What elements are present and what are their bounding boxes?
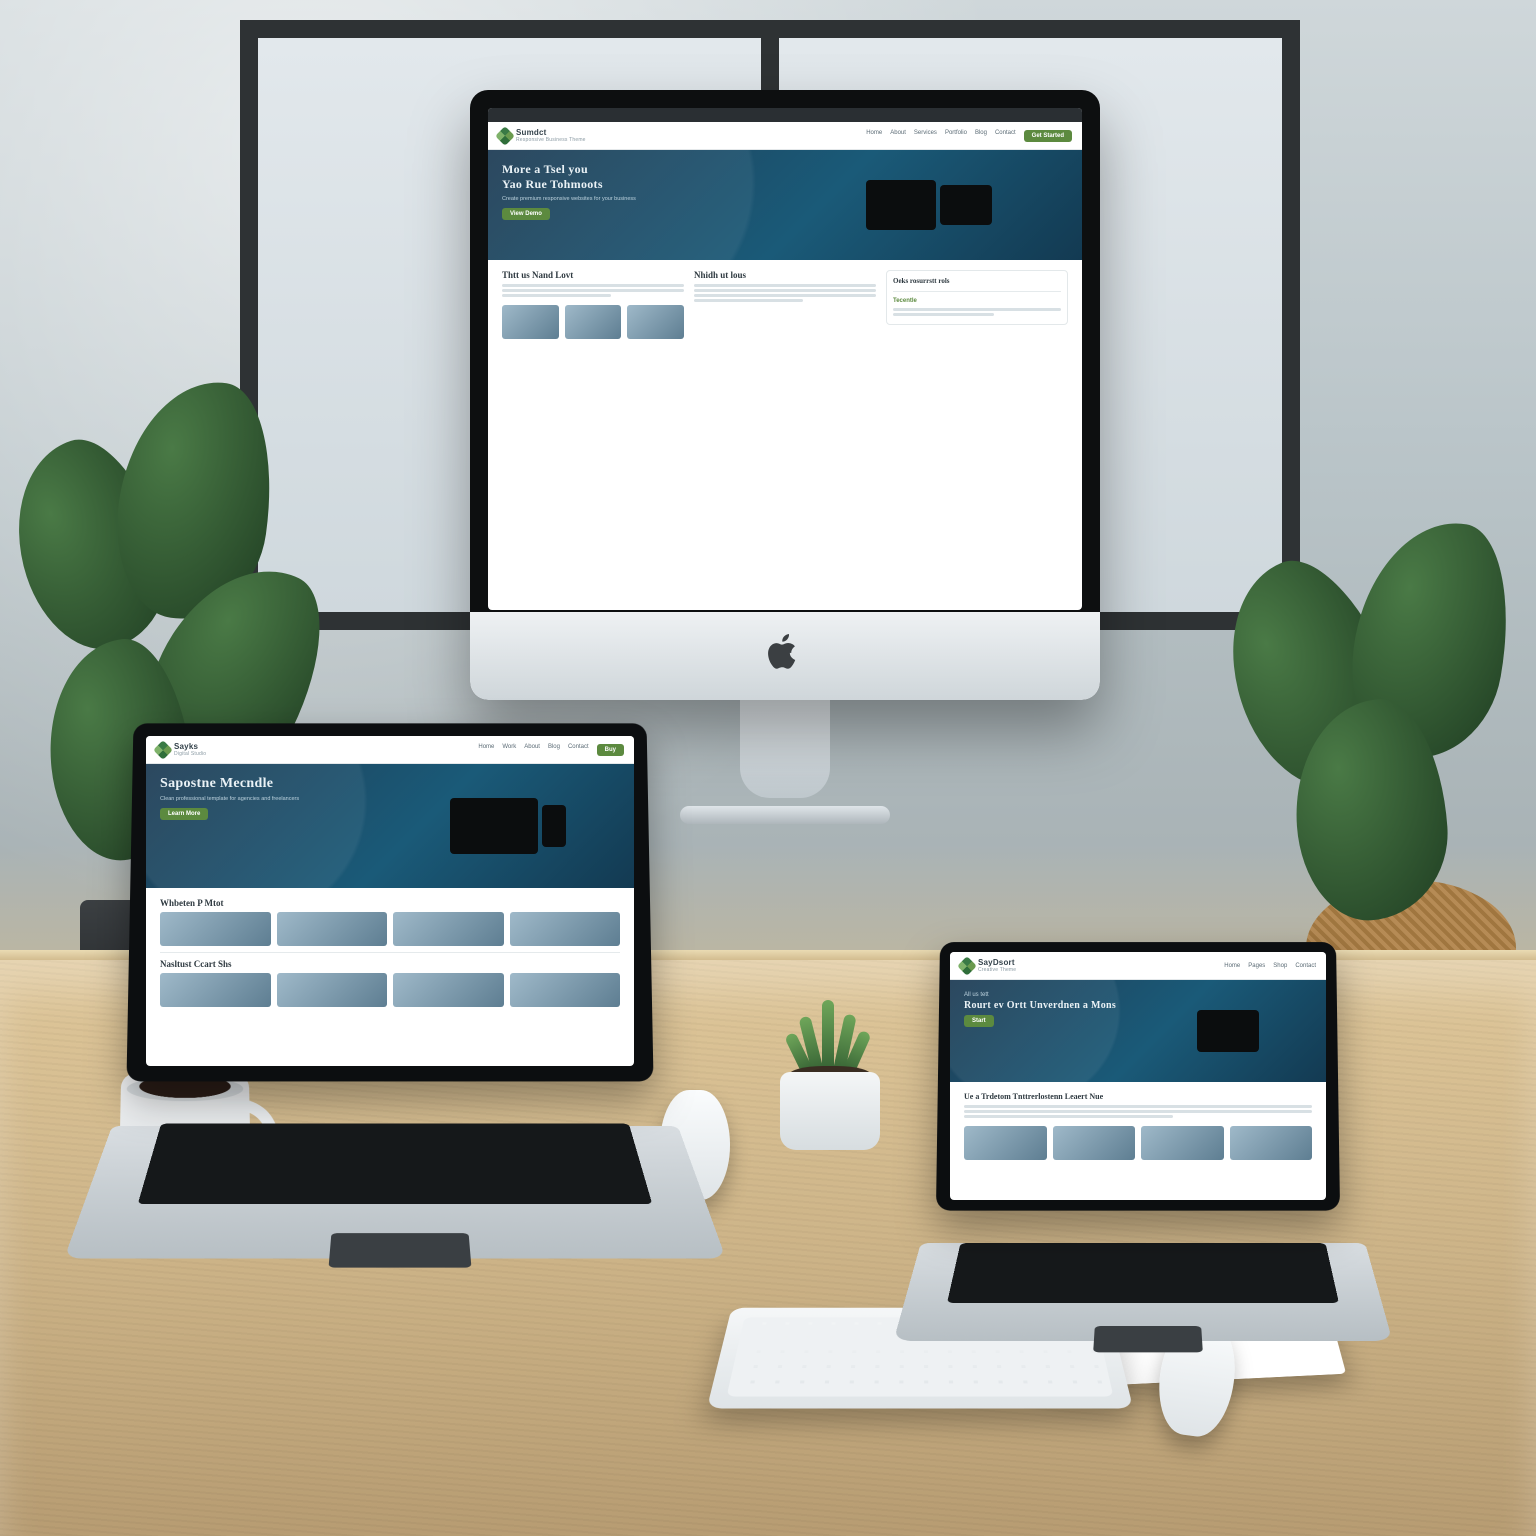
hero: All us tett Rourt ev Ortt Unverdnen a Mo… (950, 980, 1326, 1082)
nav-item[interactable]: Work (502, 744, 516, 756)
sidebar-title: Oeks rosurrstt rols (893, 277, 1061, 285)
thumbnail-row (964, 1126, 1312, 1160)
nav-menu: Home About Services Portfolio Blog Conta… (866, 130, 1072, 142)
nav-item[interactable]: Contact (1295, 963, 1316, 969)
brand-tagline: Creative Theme (978, 967, 1016, 973)
brand: Sumdct Responsive Business Theme (498, 128, 586, 143)
nav-cta-button[interactable]: Buy (597, 744, 624, 756)
nav-menu: Home Work About Blog Contact Buy (478, 744, 624, 756)
sidebar-card: Oeks rosurrstt rols Tecentle (886, 270, 1068, 325)
thumbnail[interactable] (510, 973, 621, 1007)
column-title: Thtt us Nand Lovt (502, 270, 684, 280)
nav-item[interactable]: Home (1224, 963, 1240, 969)
site-navbar: Sumdct Responsive Business Theme Home Ab… (488, 122, 1082, 150)
column-title: Nhidh ut lous (694, 270, 876, 280)
imac-desktop: Sumdct Responsive Business Theme Home Ab… (470, 90, 1100, 700)
imac-stand (700, 688, 870, 818)
thumbnail-row (160, 973, 620, 1007)
hero-device-shot (395, 776, 620, 876)
hero-subtitle: Create premium responsive websites for y… (502, 196, 780, 202)
section-title: Nasltust Ccart Shs (160, 959, 620, 969)
hero-subtitle: Clean professional template for agencies… (160, 796, 385, 802)
succulent-plant (770, 1010, 890, 1150)
hero-title: More a Tsel you Yao Rue Tohmoots (502, 162, 780, 192)
nav-item[interactable]: Blog (975, 130, 987, 142)
site-navbar: Sayks Digital Studio Home Work About Blo… (146, 736, 634, 764)
content-section: Whbeten P Mtot Nasltust Ccart Shs (146, 888, 634, 1017)
thumbnail[interactable] (510, 912, 621, 946)
laptop-trackpad (329, 1233, 472, 1267)
imac-chin (470, 612, 1100, 700)
laptop-keyboard (138, 1124, 653, 1204)
thumbnail[interactable] (393, 912, 504, 946)
laptop-trackpad (1093, 1326, 1203, 1352)
website-mockup-laptop-right: SayDsort Creative Theme Home Pages Shop … (950, 952, 1326, 1200)
brand-logo-icon (153, 740, 173, 760)
nav-item[interactable]: Portfolio (945, 130, 967, 142)
thumbnail[interactable] (277, 912, 388, 946)
nav-item[interactable]: Contact (568, 744, 589, 756)
thumbnail[interactable] (277, 973, 388, 1007)
laptop-keyboard (947, 1243, 1339, 1303)
thumbnail[interactable] (393, 973, 504, 1007)
brand: Sayks Digital Studio (156, 742, 206, 757)
nav-cta-button[interactable]: Get Started (1024, 130, 1072, 142)
nav-menu: Home Pages Shop Contact (1224, 963, 1316, 969)
nav-item[interactable]: Blog (548, 744, 560, 756)
brand-tagline: Responsive Business Theme (516, 137, 586, 143)
hero-cta-button[interactable]: Start (964, 1015, 994, 1027)
hero-cta-button[interactable]: View Demo (502, 208, 550, 220)
hero-title: Sapostne Mecndle (160, 776, 385, 792)
nav-item[interactable]: About (524, 744, 540, 756)
nav-item[interactable]: Pages (1248, 963, 1265, 969)
brand-tagline: Digital Studio (174, 751, 206, 757)
website-mockup-laptop-left: Sayks Digital Studio Home Work About Blo… (146, 736, 634, 1066)
thumbnail[interactable] (160, 912, 271, 946)
macbook-left: Sayks Digital Studio Home Work About Blo… (90, 720, 700, 1360)
nav-item[interactable]: About (890, 130, 906, 142)
hero-title: Rourt ev Ortt Unverdnen a Mons (964, 1000, 1133, 1011)
thumbnail-row (502, 305, 684, 339)
hero: More a Tsel you Yao Rue Tohmoots Create … (488, 150, 1082, 260)
sidebar-link[interactable]: Tecentle (893, 298, 1061, 304)
brand-name: Sayks (174, 742, 206, 751)
website-mockup-desktop: Sumdct Responsive Business Theme Home Ab… (488, 108, 1082, 610)
thumbnail[interactable] (565, 305, 622, 339)
thumbnail[interactable] (964, 1126, 1047, 1160)
section-title: Whbeten P Mtot (160, 898, 620, 908)
imac-screen: Sumdct Responsive Business Theme Home Ab… (488, 108, 1082, 610)
section-title: Ue a Trdetom Tnttrerlostenn Leaert Nue (964, 1092, 1312, 1101)
content-section: Ue a Trdetom Tnttrerlostenn Leaert Nue (950, 1082, 1326, 1170)
hero-device-shot (1143, 992, 1312, 1070)
apple-logo-icon (768, 632, 802, 672)
hero-device-shot (790, 162, 1068, 248)
thumbnail[interactable] (1230, 1126, 1313, 1160)
thumbnail[interactable] (160, 973, 271, 1007)
hero: Sapostne Mecndle Clean professional temp… (146, 764, 634, 888)
brand-logo-icon (957, 956, 977, 976)
thumbnail[interactable] (1053, 1126, 1136, 1160)
workspace-scene: { "description": "Photograph of a modern… (0, 0, 1536, 1536)
brand-name: Sumdct (516, 128, 586, 137)
macbook-right: SayDsort Creative Theme Home Pages Shop … (908, 940, 1378, 1410)
site-navbar: SayDsort Creative Theme Home Pages Shop … (950, 952, 1326, 980)
browser-topbar (488, 108, 1082, 122)
thumbnail-row (160, 912, 620, 946)
laptop-screen-right: SayDsort Creative Theme Home Pages Shop … (950, 952, 1326, 1200)
nav-item[interactable]: Contact (995, 130, 1016, 142)
nav-item[interactable]: Shop (1273, 963, 1287, 969)
thumbnail[interactable] (502, 305, 559, 339)
brand: SayDsort Creative Theme (960, 958, 1016, 973)
hero-cta-button[interactable]: Learn More (160, 808, 208, 820)
brand-name: SayDsort (978, 958, 1016, 967)
hero-kicker: All us tett (964, 992, 1133, 998)
thumbnail[interactable] (627, 305, 684, 339)
thumbnail[interactable] (1141, 1126, 1224, 1160)
nav-item[interactable]: Home (866, 130, 882, 142)
brand-logo-icon (495, 126, 515, 146)
content-section: Thtt us Nand Lovt Nhidh ut lous (488, 260, 1082, 349)
nav-item[interactable]: Services (914, 130, 937, 142)
laptop-screen-left: Sayks Digital Studio Home Work About Blo… (146, 736, 634, 1066)
nav-item[interactable]: Home (478, 744, 494, 756)
